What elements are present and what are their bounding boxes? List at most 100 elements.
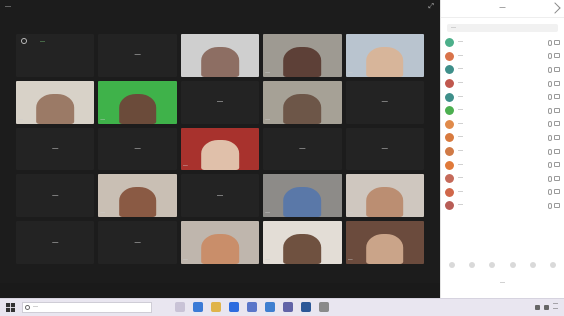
raise-hand-icon[interactable] <box>449 262 455 268</box>
participant-video-tile[interactable]: — <box>345 80 424 124</box>
slow-down-icon[interactable] <box>509 262 516 268</box>
participant-list-name: — <box>458 108 463 114</box>
participant-video-tile[interactable]: — <box>98 221 177 264</box>
participant-list: — — — — — — — — — — — — — <box>441 36 564 213</box>
settings-icon[interactable] <box>319 302 329 312</box>
participant-list-item[interactable]: — <box>445 131 560 145</box>
participant-name-tag: — <box>265 256 271 263</box>
participant-status-icons <box>548 66 560 73</box>
participant-search-input[interactable]: — <box>447 24 558 32</box>
participant-list-item[interactable]: — <box>445 158 560 172</box>
video-feed <box>345 34 424 77</box>
volume-icon[interactable] <box>544 304 549 310</box>
participant-name-tag: — <box>100 116 106 123</box>
microphone-muted-icon <box>548 134 552 141</box>
participant-video-tile[interactable]: — <box>98 127 177 171</box>
pin-icon[interactable] <box>21 38 27 44</box>
participant-video-tile[interactable]: — <box>345 221 424 264</box>
participant-list-item[interactable]: — <box>445 63 560 77</box>
meeting-title: — <box>5 4 11 10</box>
participant-video-tile[interactable]: — <box>98 174 177 218</box>
clock-date: — <box>553 306 558 312</box>
clock[interactable]: — — <box>553 302 558 312</box>
participant-video-tile[interactable]: — <box>16 80 95 124</box>
participant-list-item[interactable]: — <box>445 118 560 132</box>
avatar <box>445 133 454 143</box>
participant-figure <box>201 140 239 171</box>
view-toggle-icon[interactable]: ⤢ <box>428 2 434 12</box>
no-icon[interactable] <box>489 262 496 268</box>
participant-name: — <box>381 99 388 106</box>
participant-video-tile[interactable]: — <box>263 174 342 218</box>
participant-name: — <box>216 192 223 199</box>
participant-status-icons <box>548 80 560 87</box>
video-feed <box>263 221 342 264</box>
speed-up-icon[interactable] <box>529 262 536 268</box>
participant-list-item[interactable]: — <box>445 104 560 118</box>
participant-video-tile[interactable]: — <box>263 221 342 264</box>
participant-name: — <box>52 145 59 152</box>
taskbar-search-input[interactable]: — <box>22 302 152 313</box>
taskbar-search-placeholder: — <box>33 304 38 310</box>
participant-video-tile[interactable]: — <box>16 34 95 77</box>
participant-video-tile[interactable]: — <box>180 221 260 264</box>
participant-list-name: — <box>458 81 463 87</box>
participant-status-icons <box>548 121 560 128</box>
participant-list-name: — <box>458 121 463 127</box>
participant-video-tile[interactable]: — <box>345 174 424 218</box>
participant-video-tile[interactable]: — <box>180 80 260 124</box>
zoom-icon[interactable] <box>229 302 239 312</box>
microphone-muted-icon <box>548 121 552 128</box>
participant-video-tile[interactable]: — <box>180 174 260 218</box>
teams-icon[interactable] <box>283 302 293 312</box>
microphone-muted-icon <box>548 94 552 101</box>
windows-start-icon[interactable] <box>6 303 15 312</box>
participant-video-tile[interactable]: — <box>98 34 177 77</box>
participant-name-tag: — <box>347 256 353 263</box>
participant-name-tag: — <box>347 69 353 76</box>
participant-list-item[interactable]: — <box>445 36 560 50</box>
participant-name-tag: — <box>265 210 271 217</box>
participant-list-item[interactable]: — <box>445 90 560 104</box>
microphone-muted-icon <box>548 53 552 60</box>
participant-status-icons <box>548 189 560 196</box>
participant-list-item[interactable]: — <box>445 186 560 200</box>
participant-video-tile[interactable]: — <box>180 127 260 171</box>
camera-icon <box>554 80 560 86</box>
task-view-icon[interactable] <box>175 302 185 312</box>
network-icon[interactable] <box>535 304 540 310</box>
participant-video-tile[interactable]: — <box>16 174 95 218</box>
participant-video-tile[interactable]: — <box>263 80 342 124</box>
more-reactions-icon[interactable] <box>549 262 556 268</box>
participant-video-tile[interactable]: — <box>16 127 95 171</box>
meeting-controls-bar <box>0 283 440 298</box>
word-icon[interactable] <box>301 302 311 312</box>
participant-video-tile[interactable]: — <box>345 127 424 171</box>
participant-list-item[interactable]: — <box>445 172 560 186</box>
camera-icon <box>554 148 560 154</box>
avatar <box>445 160 454 170</box>
participant-video-tile[interactable]: — <box>263 34 342 77</box>
participant-name-tag: — <box>265 116 271 123</box>
participant-list-item[interactable]: — <box>445 50 560 64</box>
participants-panel: — — — — — — — — — — — — — — — — <box>440 0 564 298</box>
yes-icon[interactable] <box>469 262 476 268</box>
participant-name-tag: — <box>347 210 353 217</box>
participant-list-item[interactable]: — <box>445 145 560 159</box>
camera-icon <box>554 175 560 181</box>
participant-video-tile[interactable]: — <box>180 34 260 77</box>
microphone-muted-icon <box>548 175 552 182</box>
participant-list-item[interactable]: — <box>445 77 560 91</box>
participant-video-tile[interactable]: — <box>345 34 424 77</box>
participant-video-tile[interactable]: — <box>16 221 95 264</box>
windows-taskbar: — — — <box>0 298 564 316</box>
participant-list-item[interactable]: — <box>445 199 560 213</box>
participant-video-tile[interactable]: — <box>263 127 342 171</box>
participant-video-tile[interactable]: — <box>98 80 177 124</box>
invite-button[interactable]: — <box>441 280 564 286</box>
store-icon[interactable] <box>247 302 257 312</box>
mail-icon[interactable] <box>265 302 275 312</box>
camera-icon <box>554 162 560 168</box>
edge-icon[interactable] <box>193 302 203 312</box>
file-explorer-icon[interactable] <box>211 302 221 312</box>
